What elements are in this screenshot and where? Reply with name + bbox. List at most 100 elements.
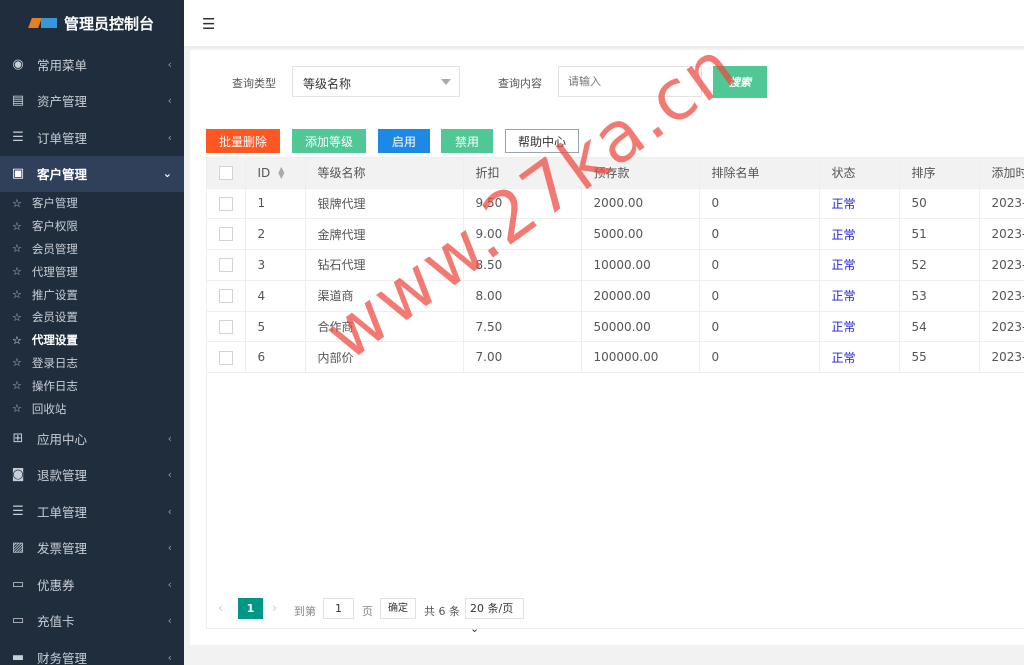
table-cell: 0 [699, 311, 820, 343]
submenu-item[interactable]: ☆ 回收站 [0, 397, 184, 420]
chevron-down-icon: ⌄ [162, 167, 172, 181]
status-cell[interactable]: 正常 [819, 188, 900, 220]
status-cell[interactable]: 正常 [819, 311, 900, 343]
select-all-checkbox[interactable] [219, 166, 233, 180]
row-select-cell[interactable] [207, 249, 246, 281]
prev-page-icon[interactable]: ‹ [218, 601, 223, 616]
submenu-item[interactable]: ☆ 代理设置 [0, 329, 184, 352]
goto-page-input[interactable]: 1 [323, 598, 354, 619]
status-cell[interactable]: 正常 [819, 249, 900, 281]
table-row[interactable]: 4 渠道商 8.00 20000.00 0 正常 53 2023- [207, 280, 1024, 312]
sidebar-item[interactable]: ⊞ 应用中心 ‹ [0, 420, 184, 457]
row-checkbox[interactable] [219, 196, 233, 211]
table-cell: 7.00 [463, 341, 582, 374]
sidebar-item[interactable]: ▭ 充值卡 ‹ [0, 602, 184, 639]
submenu-item[interactable]: ☆ 会员设置 [0, 306, 184, 329]
table-cell: 3 [245, 249, 306, 281]
submenu-item[interactable]: ☆ 登录日志 [0, 352, 184, 375]
next-page-icon[interactable]: › [272, 601, 277, 616]
submenu-item-label: 操作日志 [31, 378, 78, 393]
table-cell: 20000.00 [581, 280, 700, 312]
table-cell: 1 [245, 188, 306, 220]
page-size-select[interactable]: 20 条/页 ⌄ [465, 598, 524, 635]
select-all-cell[interactable] [207, 158, 246, 189]
row-checkbox[interactable] [219, 319, 233, 334]
sidebar-item-label: 订单管理 [37, 130, 88, 146]
row-select-cell[interactable] [207, 280, 246, 312]
sidebar-item-label: 退款管理 [37, 468, 88, 484]
query-content-input[interactable] [558, 66, 702, 97]
sort-icon[interactable]: ▲ ▼ [278, 166, 284, 180]
sidebar-item[interactable]: ◙ 退款管理 ‹ [0, 456, 184, 493]
row-select-cell[interactable] [207, 311, 246, 343]
table-cell: 7.50 [463, 311, 582, 343]
row-checkbox[interactable] [219, 227, 233, 242]
column-header-label: 添加时间 [991, 166, 1024, 181]
submenu-item-label: 代理管理 [31, 264, 78, 279]
chevron-left-icon: ‹ [167, 57, 172, 71]
dashboard-icon: ◉ [12, 56, 24, 72]
row-checkbox[interactable] [219, 289, 233, 304]
status-cell[interactable]: 正常 [819, 218, 900, 251]
column-header: 状态 [819, 158, 900, 189]
column-header: 预存款 [581, 158, 700, 189]
table-cell: 内部价 [305, 341, 464, 374]
submenu-item[interactable]: ☆ 客户管理 [0, 192, 184, 215]
help-center-button[interactable]: 帮助中心 [505, 129, 579, 153]
column-header: 等级名称 [305, 158, 464, 189]
goto-confirm-button[interactable]: 确定 [380, 598, 416, 619]
pagination: ‹ 1 › 到第 1 页 确定 共 6 条 20 条/页 ⌄ [206, 598, 806, 635]
search-button[interactable]: 搜索 [713, 66, 767, 98]
sidebar-item[interactable]: ▣ 客户管理 ⌄ [0, 155, 184, 192]
chevron-left-icon: ‹ [167, 431, 172, 445]
chevron-left-icon: ‹ [167, 468, 172, 482]
row-select-cell[interactable] [207, 341, 246, 374]
submenu-item[interactable]: ☆ 客户权限 [0, 215, 184, 238]
row-checkbox[interactable] [219, 258, 233, 273]
add-level-button[interactable]: 添加等级 [292, 129, 366, 153]
sidebar-item[interactable]: ▬ 财务管理 ‹ [0, 639, 184, 665]
submenu-item-label: 推广设置 [31, 287, 78, 302]
submenu-item[interactable]: ☆ 会员管理 [0, 238, 184, 261]
status-cell[interactable]: 正常 [819, 341, 900, 374]
query-type-select[interactable]: 等级名称 [292, 66, 460, 97]
table-cell: 渠道商 [305, 280, 464, 312]
column-header-label: 排序 [911, 166, 936, 181]
table-cell: 合作商 [305, 311, 464, 343]
submenu-item[interactable]: ☆ 操作日志 [0, 374, 184, 397]
sidebar-item[interactable]: ▤ 资产管理 ‹ [0, 83, 184, 120]
level-table: ID▲▼等级名称折扣预存款排除名单状态排序添加时间 1银牌代理9.502000.… [206, 157, 1024, 629]
table-row[interactable]: 1 银牌代理 9.50 2000.00 0 正常 50 2023- [207, 188, 1024, 220]
menu-toggle-icon[interactable]: ☰ [202, 15, 215, 33]
star-icon: ☆ [12, 265, 22, 279]
table-row[interactable]: 2 金牌代理 9.00 5000.00 0 正常 51 2023- [207, 218, 1024, 251]
sidebar-item[interactable]: ▨ 发票管理 ‹ [0, 529, 184, 566]
current-page[interactable]: 1 [238, 598, 263, 619]
submenu-item[interactable]: ☆ 推广设置 [0, 283, 184, 306]
row-select-cell[interactable] [207, 218, 246, 251]
batch-delete-button[interactable]: 批量删除 [206, 129, 280, 153]
sidebar-item[interactable]: ▭ 优惠券 ‹ [0, 566, 184, 603]
sidebar-item-label: 充值卡 [37, 614, 75, 630]
column-header: 排除名单 [699, 158, 820, 189]
sidebar-item[interactable]: ◉ 常用菜单 ‹ [0, 46, 184, 83]
table-cell: 8.00 [463, 280, 582, 312]
query-type-label: 查询类型 [232, 77, 276, 90]
disable-button[interactable]: 禁用 [441, 129, 493, 153]
row-select-cell[interactable] [207, 188, 246, 220]
column-header[interactable]: ID ▲ ▼ [245, 158, 306, 189]
table-cell: 2 [245, 218, 306, 251]
sidebar-item[interactable]: ☰ 订单管理 ‹ [0, 119, 184, 156]
sidebar-item[interactable]: ☰ 工单管理 ‹ [0, 493, 184, 530]
sidebar-item-label: 优惠券 [37, 577, 75, 593]
submenu-item[interactable]: ☆ 代理管理 [0, 260, 184, 283]
status-cell[interactable]: 正常 [819, 280, 900, 312]
table-row[interactable]: 6 内部价 7.00 100000.00 0 正常 55 2023- [207, 341, 1024, 374]
star-icon: ☆ [12, 310, 22, 324]
table-row[interactable]: 5 合作商 7.50 50000.00 0 正常 54 2023- [207, 311, 1024, 343]
enable-button[interactable]: 启用 [378, 129, 430, 153]
list-icon: ☰ [12, 503, 24, 519]
row-checkbox[interactable] [219, 350, 233, 365]
chevron-left-icon: ‹ [167, 650, 172, 664]
table-row[interactable]: 3 钻石代理 8.50 10000.00 0 正常 52 2023- [207, 249, 1024, 281]
